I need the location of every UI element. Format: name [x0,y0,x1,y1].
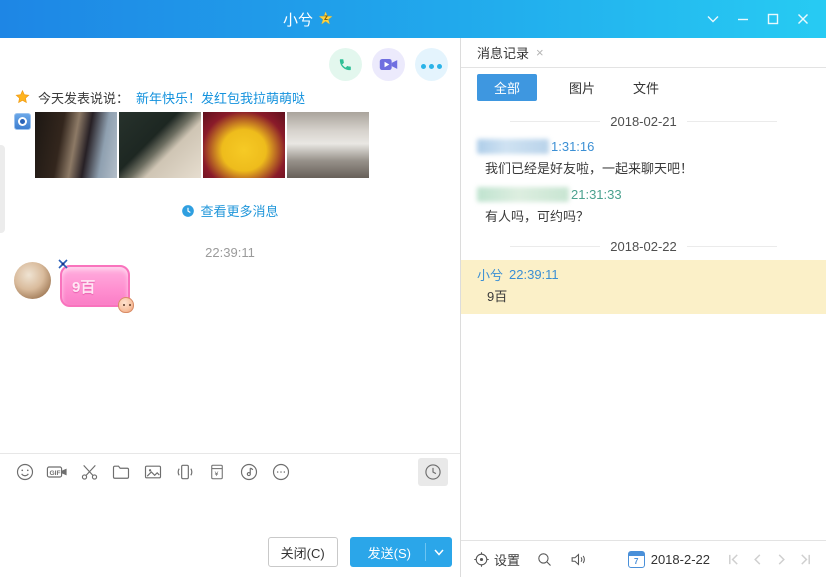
message-records-panel: 消息记录 × 全部 图片 文件 2018-02-21 1:31:16 我们已经是… [460,38,826,577]
redacted-sender [477,186,569,202]
record-time: 22:39:11 [509,266,559,282]
date-divider: 2018-02-22 [461,239,826,254]
photo-thumbnail[interactable] [119,112,201,178]
ellipsis-icon [420,56,444,74]
more-tools-icon[interactable] [266,458,296,486]
record-navigation [724,549,814,569]
last-page-icon[interactable] [796,549,814,569]
records-filter-tabs: 全部 图片 文件 [461,68,826,106]
filter-tab-files[interactable]: 文件 [627,74,665,101]
video-call-button[interactable] [372,48,405,81]
calendar-icon: 7 [627,550,645,568]
chat-panel: 今天发表说说： 新年快乐！发红包我拉萌萌哒 查看更多消息 22:39:11 9百… [0,38,460,577]
clock-icon [182,204,195,217]
sticker-text: 9百 [72,278,96,296]
baby-emoji-icon [118,297,134,313]
vip-star-icon: ★ z [318,9,334,28]
titlebar: 小兮 ★ z [0,0,826,38]
record-sender: 小兮 [477,267,504,283]
incoming-message: 9百 [14,259,134,313]
input-toolbar: GIF ¥ [0,453,460,490]
tab-close-icon[interactable]: × [536,45,544,60]
record-message[interactable]: 21:31:33 有人吗，可约吗？ [461,183,826,231]
phone-icon [339,59,351,71]
gif-icon[interactable]: GIF [42,458,72,486]
maximize-icon[interactable] [758,5,788,33]
svg-text:¥: ¥ [215,471,219,478]
send-button-label: 发送(S) [367,545,411,561]
dragonfly-decoration-icon [56,257,70,276]
voice-call-button[interactable] [329,48,362,81]
window-controls [698,0,818,38]
window-title: 小兮 ★ z [283,0,336,38]
photo-thumbnail[interactable] [203,112,285,178]
record-time: 1:31:16 [551,138,595,154]
status-prefix: 今天发表说说： [38,91,130,106]
shuoshuo-photos [14,112,369,178]
tab-message-records[interactable]: 消息记录 × [477,43,544,62]
record-time: 21:31:33 [571,186,622,202]
star-badge-icon [15,89,30,104]
gear-icon [474,551,489,567]
speaker-button[interactable] [569,551,588,568]
view-more-messages-link[interactable]: 查看更多消息 [0,201,460,220]
chat-window: 小兮 ★ z 今天发表说说： 新年快乐！发红包我拉萌萌哒 查看更多消息 22:3… [0,0,826,577]
records-footer: 设置 7 2018-2-22 [461,540,826,577]
audio-message-icon[interactable] [234,458,264,486]
shake-window-icon[interactable] [170,458,200,486]
contact-name: 小兮 [283,11,314,29]
records-tab-bar: 消息记录 × [461,38,826,68]
first-page-icon[interactable] [724,549,742,569]
search-button[interactable] [536,551,553,568]
send-options-chevron-icon[interactable] [426,549,452,556]
red-packet-icon[interactable]: ¥ [202,458,232,486]
photo-thumbnail[interactable] [287,112,369,178]
more-actions-button[interactable] [415,48,448,81]
image-icon[interactable] [138,458,168,486]
photo-strip [35,112,369,178]
date-divider: 2018-02-21 [461,114,826,129]
close-button[interactable]: 关闭(C) [267,537,338,567]
send-controls: 关闭(C) 发送(S) [267,537,452,567]
record-text: 我们已经是好友啦，一起来聊天吧！ [485,161,694,176]
date-picker[interactable]: 7 2018-2-22 [627,550,710,568]
record-message-highlighted[interactable]: 小兮 22:39:11 9百 [461,260,826,314]
speaker-icon [571,552,585,566]
record-text: 有人吗，可约吗？ [485,209,590,224]
record-message[interactable]: 1:31:16 我们已经是好友啦，一起来聊天吧！ [461,135,826,183]
collapse-chevron-icon[interactable] [698,5,728,33]
redacted-sender [477,138,549,154]
camera-icon [14,113,31,130]
svg-text:GIF: GIF [50,470,61,477]
close-icon[interactable] [788,5,818,33]
folder-icon[interactable] [106,458,136,486]
emoji-icon[interactable] [10,458,40,486]
search-icon [538,552,551,566]
shuoshuo-status: 今天发表说说： 新年快乐！发红包我拉萌萌哒 [14,88,305,107]
minimize-icon[interactable] [728,5,758,33]
filter-tab-all[interactable]: 全部 [477,73,538,101]
history-clock-icon[interactable] [418,458,448,486]
status-link[interactable]: 新年快乐！发红包我拉萌萌哒 [136,88,305,107]
previous-page-icon[interactable] [748,549,766,569]
send-button[interactable]: 发送(S) [349,537,452,567]
screenshot-scissors-icon[interactable] [74,458,104,486]
records-list: 2018-02-21 1:31:16 我们已经是好友啦，一起来聊天吧！ 21:3… [461,106,826,540]
settings-button[interactable]: 设置 [473,550,520,569]
next-page-icon[interactable] [772,549,790,569]
video-camera-icon [379,58,398,71]
photo-thumbnail[interactable] [35,112,117,178]
avatar[interactable] [14,262,51,299]
filter-tab-images[interactable]: 图片 [563,74,601,101]
selected-date: 2018-2-22 [650,551,710,567]
record-text: 9百 [487,289,508,304]
chat-actions [329,48,448,81]
sticker-message-bubble[interactable]: 9百 [58,259,134,313]
